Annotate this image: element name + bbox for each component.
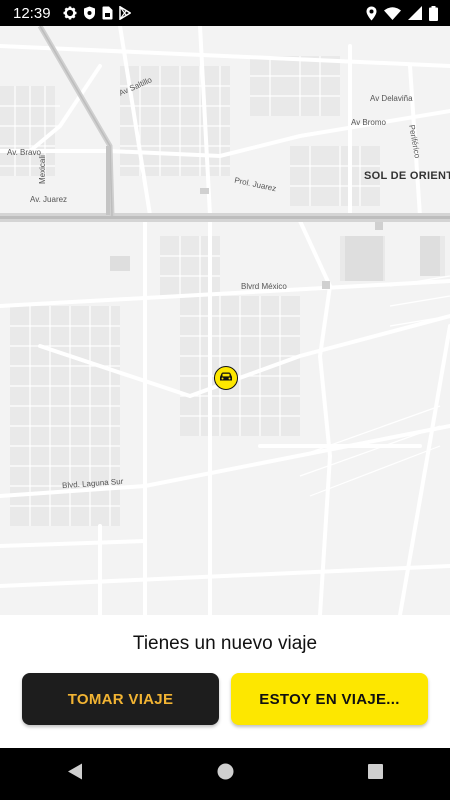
sim-card-icon xyxy=(102,6,113,20)
map-label-av-delavina: Av Delaviña xyxy=(370,94,413,103)
map-label-av-bravo: Av. Bravo xyxy=(7,148,41,157)
home-button[interactable] xyxy=(195,748,255,800)
battery-icon xyxy=(429,5,438,21)
gear-icon xyxy=(63,6,77,20)
map-label-av-bromo: Av Bromo xyxy=(351,118,386,127)
map-label-sol-de-oriente: SOL DE ORIENT xyxy=(364,170,450,182)
car-marker[interactable] xyxy=(214,366,238,390)
take-trip-button[interactable]: TOMAR VIAJE xyxy=(22,673,219,725)
status-right-icons xyxy=(366,0,438,26)
new-trip-title: Tienes un nuevo viaje xyxy=(132,633,318,654)
shield-icon xyxy=(83,6,96,20)
new-trip-panel: Tienes un nuevo viaje TOMAR VIAJE ESTOY … xyxy=(0,615,450,748)
wifi-icon xyxy=(384,6,401,20)
on-trip-button[interactable]: ESTOY EN VIAJE... xyxy=(231,673,428,725)
location-icon xyxy=(366,6,377,21)
status-time: 12:39 xyxy=(13,4,51,22)
back-button[interactable] xyxy=(45,748,105,800)
map-label-mexicali: Mexicali xyxy=(38,155,47,184)
play-store-icon xyxy=(118,6,131,20)
map-label-av-juarez: Av. Juarez xyxy=(30,195,68,204)
map-label-blvd-mexico: Blvrd México xyxy=(241,282,287,291)
map-view[interactable]: Av Saltillo Av Delaviña Av Bromo Perifér… xyxy=(0,26,450,615)
recents-button[interactable] xyxy=(345,748,405,800)
home-icon xyxy=(217,763,234,785)
map-roads xyxy=(0,26,450,615)
car-icon xyxy=(219,369,233,387)
signal-icon xyxy=(408,6,422,20)
recents-icon xyxy=(367,764,383,784)
status-bar: 12:39 xyxy=(0,0,450,26)
navigation-bar xyxy=(0,748,450,800)
back-icon xyxy=(67,763,83,785)
status-left-icons xyxy=(63,6,131,20)
